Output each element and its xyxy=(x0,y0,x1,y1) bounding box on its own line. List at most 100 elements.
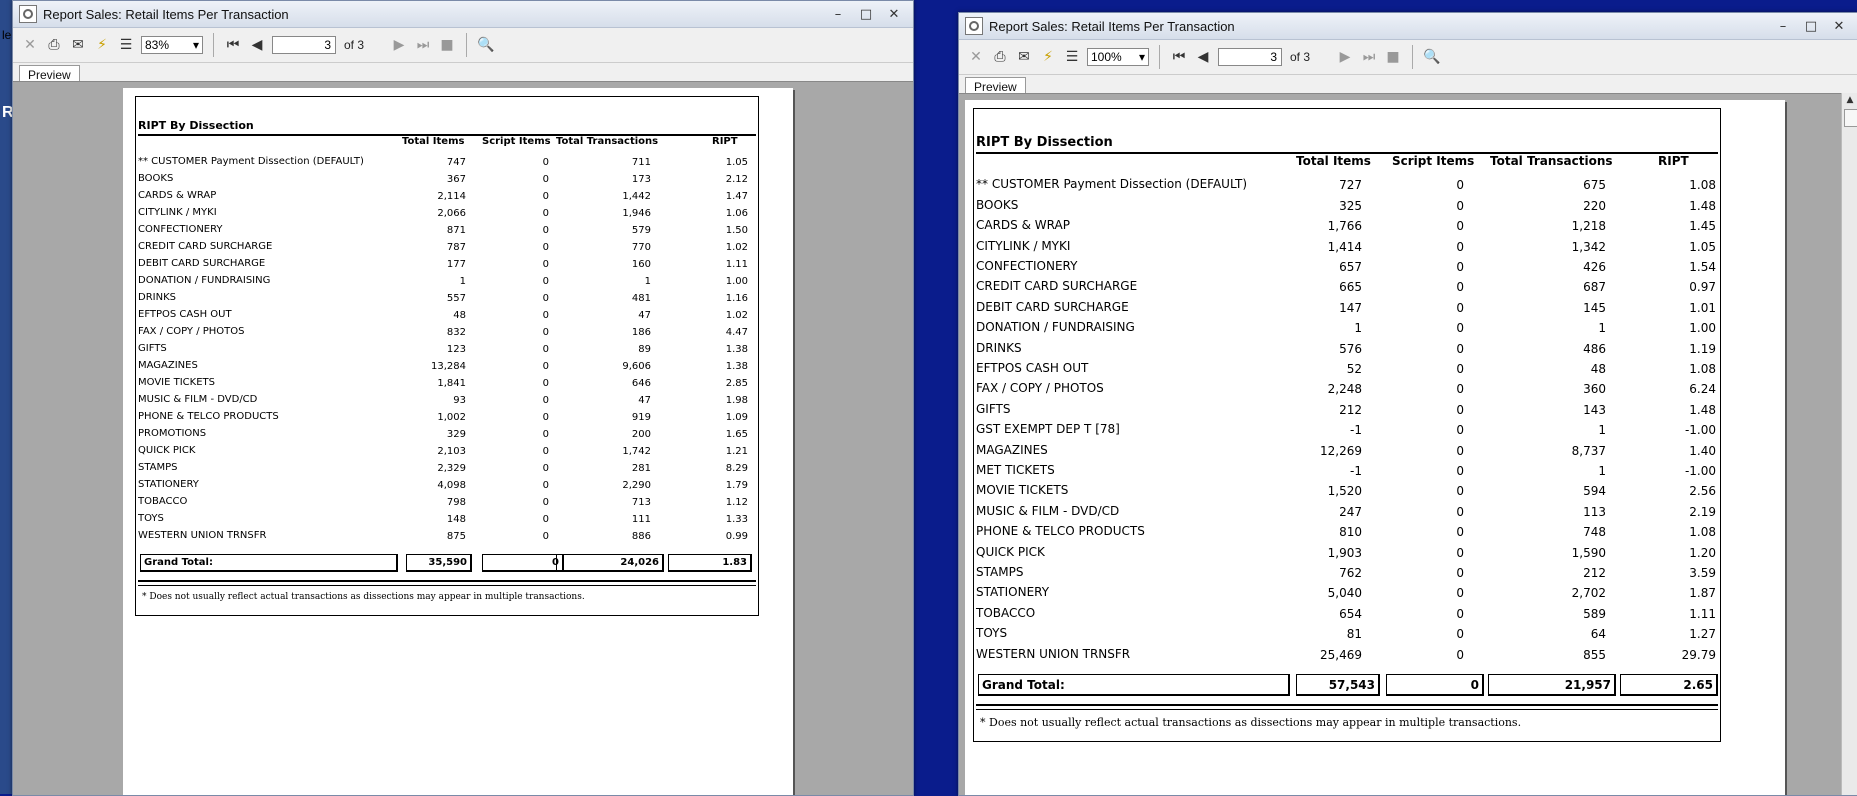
cancel-icon[interactable]: ✕ xyxy=(967,48,985,66)
value-script-items: 0 xyxy=(542,293,549,304)
value-total-items: 148 xyxy=(446,514,466,525)
stop-icon[interactable]: ■ xyxy=(438,36,456,54)
value-total-items: -1 xyxy=(1350,464,1362,478)
value-total-transactions: 160 xyxy=(631,259,651,270)
outline-icon[interactable]: ☰ xyxy=(117,36,135,54)
value-total-transactions: 64 xyxy=(1590,627,1606,642)
background-text-fragment: le xyxy=(2,28,12,42)
value-total-transactions: 589 xyxy=(1583,606,1606,621)
stop-icon[interactable]: ■ xyxy=(1384,48,1402,66)
close-button[interactable]: ✕ xyxy=(1826,16,1852,36)
value-total-transactions: 579 xyxy=(631,225,651,236)
value-total-items: 2,114 xyxy=(437,191,466,202)
toolbar-separator xyxy=(1159,45,1160,69)
report-preview-icon xyxy=(19,5,37,23)
value-ript: 1.12 xyxy=(725,497,748,508)
value-total-transactions: 113 xyxy=(1583,504,1606,519)
cancel-icon[interactable]: ✕ xyxy=(21,36,39,54)
outline-icon[interactable]: ☰ xyxy=(1063,48,1081,66)
value-ript: 1.06 xyxy=(725,208,748,219)
value-ript: 1.05 xyxy=(725,157,748,168)
minimize-button[interactable]: – xyxy=(1770,16,1796,36)
vertical-scrollbar[interactable]: ▲ xyxy=(1841,93,1857,795)
page-number-input[interactable]: 3 xyxy=(272,36,336,54)
value-total-transactions: 2,702 xyxy=(1571,586,1606,601)
value-total-transactions: 675 xyxy=(1583,178,1606,193)
last-page-icon[interactable]: ⏭ xyxy=(414,36,432,54)
value-total-items: 2,066 xyxy=(437,208,466,219)
value-total-transactions: 594 xyxy=(1583,484,1606,499)
value-script-items: 0 xyxy=(542,276,549,287)
first-page-icon[interactable]: ⏮ xyxy=(224,36,242,54)
value-total-items: 25,469 xyxy=(1320,647,1362,662)
value-total-items: 2,103 xyxy=(437,446,466,457)
export-icon[interactable]: ✉ xyxy=(69,36,87,54)
value-ript: 1.00 xyxy=(1689,321,1716,336)
minimize-button[interactable]: – xyxy=(825,4,851,24)
last-page-icon[interactable]: ⏭ xyxy=(1360,48,1378,66)
value-total-items: 1 xyxy=(1354,321,1362,336)
value-total-items: 1,414 xyxy=(1327,239,1362,254)
value-script-items: 0 xyxy=(542,395,549,406)
close-button[interactable]: ✕ xyxy=(881,4,907,24)
value-total-transactions: 212 xyxy=(1583,566,1606,580)
zoom-select[interactable]: 100% ▾ xyxy=(1087,48,1149,66)
value-total-transactions: 89 xyxy=(638,344,651,355)
value-ript: 1.54 xyxy=(1689,260,1716,274)
value-script-items: 0 xyxy=(1456,525,1464,540)
tab-strip: Preview xyxy=(959,75,1857,96)
value-script-items: 0 xyxy=(542,446,549,457)
report-title: RIPT By Dissection xyxy=(138,119,254,132)
chevron-down-icon: ▾ xyxy=(192,38,199,52)
value-ript: 1.05 xyxy=(1689,239,1716,254)
value-script-items: 0 xyxy=(1456,321,1464,336)
dissection-name: STATIONERY xyxy=(976,585,1050,600)
value-total-transactions: 9,606 xyxy=(622,361,651,372)
value-total-items: 52 xyxy=(1346,362,1362,376)
value-ript: 1.01 xyxy=(1689,300,1716,315)
dissection-name: EFTPOS CASH OUT xyxy=(976,361,1089,375)
value-total-items: 798 xyxy=(446,497,466,508)
grand-total-script-items: 0 xyxy=(552,557,559,568)
value-script-items: 0 xyxy=(1456,464,1464,478)
page-total-label: of 3 xyxy=(344,38,365,52)
value-total-transactions: 1,742 xyxy=(622,446,651,457)
value-ript: 1.20 xyxy=(1689,545,1716,560)
value-total-items: 329 xyxy=(446,429,466,440)
next-page-icon[interactable]: ▶ xyxy=(1336,48,1354,66)
value-ript: 2.56 xyxy=(1689,484,1716,499)
value-ript: 1.09 xyxy=(725,412,748,423)
value-script-items: 0 xyxy=(1456,627,1464,642)
lightning-icon[interactable]: ⚡ xyxy=(93,36,111,54)
grand-total-total-items: 35,590 xyxy=(428,557,467,568)
zoom-value: 83% xyxy=(145,38,170,52)
previous-page-icon[interactable]: ◀ xyxy=(248,36,266,54)
maximize-button[interactable]: □ xyxy=(853,4,879,24)
print-icon[interactable]: ⎙ xyxy=(45,36,63,54)
page-number-input[interactable]: 3 xyxy=(1218,48,1282,66)
dissection-name: TOYS xyxy=(976,626,1008,641)
value-total-items: 576 xyxy=(1339,341,1362,356)
find-binoculars-icon[interactable]: 🔍 xyxy=(477,36,495,54)
value-script-items: 0 xyxy=(542,242,549,253)
dissection-name: DONATION / FUNDRAISING xyxy=(976,320,1135,335)
export-icon[interactable]: ✉ xyxy=(1015,48,1033,66)
right-title-bar[interactable]: Report Sales: Retail Items Per Transacti… xyxy=(959,13,1857,40)
dissection-name: MAGAZINES xyxy=(138,360,198,371)
value-script-items: 0 xyxy=(542,310,549,321)
value-total-items: 247 xyxy=(1339,504,1362,519)
left-title-bar[interactable]: Report Sales: Retail Items Per Transacti… xyxy=(13,1,913,28)
scroll-up-icon[interactable]: ▲ xyxy=(1843,93,1857,107)
scroll-thumb[interactable] xyxy=(1844,109,1857,127)
maximize-button[interactable]: □ xyxy=(1798,16,1824,36)
print-icon[interactable]: ⎙ xyxy=(991,48,1009,66)
total-transactions-header: Total Transactions xyxy=(1490,154,1613,168)
next-page-icon[interactable]: ▶ xyxy=(390,36,408,54)
lightning-icon[interactable]: ⚡ xyxy=(1039,48,1057,66)
find-binoculars-icon[interactable]: 🔍 xyxy=(1423,48,1441,66)
zoom-select[interactable]: 83% ▾ xyxy=(141,36,203,54)
previous-page-icon[interactable]: ◀ xyxy=(1194,48,1212,66)
value-total-transactions: 143 xyxy=(1583,402,1606,417)
report-preview-icon xyxy=(965,17,983,35)
first-page-icon[interactable]: ⏮ xyxy=(1170,48,1188,66)
